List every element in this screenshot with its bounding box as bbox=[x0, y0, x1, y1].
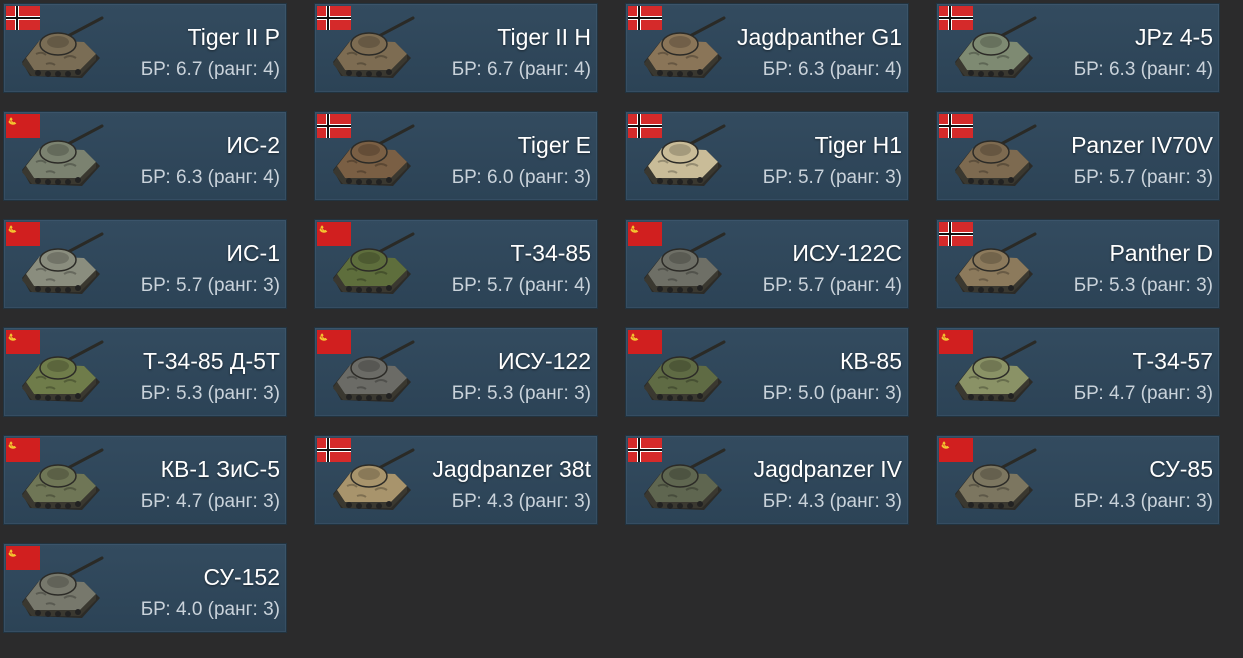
german-flag-icon bbox=[628, 114, 662, 138]
vehicle-name: Jagdpanzer IV bbox=[753, 456, 902, 482]
vehicle-name: Tiger H1 bbox=[814, 132, 902, 158]
vehicle-name: JPz 4-5 bbox=[1135, 24, 1213, 50]
vehicle-name: КВ-1 ЗиС-5 bbox=[160, 456, 280, 482]
vehicle-battle-rating: БР: 5.7 (ранг: 3) bbox=[140, 275, 280, 296]
vehicle-battle-rating: БР: 6.3 (ранг: 4) bbox=[140, 167, 280, 188]
vehicle-card-18[interactable]: Jagdpanzer 38t БР: 4.3 (ранг: 3) bbox=[314, 435, 598, 525]
ussr-flag-icon bbox=[317, 222, 351, 246]
vehicle-battle-rating: БР: 4.3 (ранг: 3) bbox=[1073, 491, 1213, 512]
ussr-flag-icon bbox=[6, 114, 40, 138]
vehicle-battle-rating: БР: 5.7 (ранг: 4) bbox=[762, 275, 902, 296]
vehicle-card-4[interactable]: JPz 4-5 БР: 6.3 (ранг: 4) bbox=[936, 3, 1220, 93]
vehicle-name: СУ-85 bbox=[1149, 456, 1213, 482]
vehicle-card-2[interactable]: Tiger II H БР: 6.7 (ранг: 4) bbox=[314, 3, 598, 93]
ussr-flag-icon bbox=[628, 330, 662, 354]
vehicle-battle-rating: БР: 6.3 (ранг: 4) bbox=[1073, 59, 1213, 80]
german-flag-icon bbox=[317, 114, 351, 138]
vehicle-card-19[interactable]: Jagdpanzer IV БР: 4.3 (ранг: 3) bbox=[625, 435, 909, 525]
vehicle-name: ИСУ-122 bbox=[497, 348, 591, 374]
vehicle-name: Jagdpanther G1 bbox=[737, 24, 902, 50]
vehicle-card-15[interactable]: КВ-85 БР: 5.0 (ранг: 3) bbox=[625, 327, 909, 417]
ussr-flag-icon bbox=[6, 438, 40, 462]
vehicle-battle-rating: БР: 5.7 (ранг: 3) bbox=[762, 167, 902, 188]
german-flag-icon bbox=[939, 114, 973, 138]
vehicle-name: Tiger II H bbox=[497, 24, 591, 50]
vehicle-battle-rating: БР: 4.0 (ранг: 3) bbox=[140, 599, 280, 620]
vehicle-card-3[interactable]: Jagdpanther G1 БР: 6.3 (ранг: 4) bbox=[625, 3, 909, 93]
vehicle-grid: Tiger II P БР: 6.7 (ранг: 4) Tiger II H … bbox=[3, 3, 1220, 633]
ussr-flag-icon bbox=[6, 330, 40, 354]
vehicle-card-13[interactable]: Т-34-85 Д-5Т БР: 5.3 (ранг: 3) bbox=[3, 327, 287, 417]
vehicle-card-1[interactable]: Tiger II P БР: 6.7 (ранг: 4) bbox=[3, 3, 287, 93]
vehicle-battle-rating: БР: 4.3 (ранг: 3) bbox=[451, 491, 591, 512]
ussr-flag-icon bbox=[317, 330, 351, 354]
german-flag-icon bbox=[939, 6, 973, 30]
vehicle-card-16[interactable]: Т-34-57 БР: 4.7 (ранг: 3) bbox=[936, 327, 1220, 417]
vehicle-name: ИСУ-122С bbox=[792, 240, 902, 266]
vehicle-battle-rating: БР: 5.3 (ранг: 3) bbox=[140, 383, 280, 404]
german-flag-icon bbox=[628, 438, 662, 462]
vehicle-name: Panzer IV70V bbox=[1071, 132, 1213, 158]
vehicle-card-21[interactable]: СУ-152 БР: 4.0 (ранг: 3) bbox=[3, 543, 287, 633]
vehicle-battle-rating: БР: 4.7 (ранг: 3) bbox=[140, 491, 280, 512]
vehicle-battle-rating: БР: 4.3 (ранг: 3) bbox=[762, 491, 902, 512]
vehicle-battle-rating: БР: 5.3 (ранг: 3) bbox=[1073, 275, 1213, 296]
ussr-flag-icon bbox=[939, 438, 973, 462]
vehicle-name: Tiger II P bbox=[187, 24, 280, 50]
vehicle-card-9[interactable]: ИС-1 БР: 5.7 (ранг: 3) bbox=[3, 219, 287, 309]
vehicle-battle-rating: БР: 4.7 (ранг: 3) bbox=[1073, 383, 1213, 404]
vehicle-name: Т-34-57 bbox=[1132, 348, 1213, 374]
vehicle-card-8[interactable]: Panzer IV70V БР: 5.7 (ранг: 3) bbox=[936, 111, 1220, 201]
vehicle-battle-rating: БР: 6.7 (ранг: 4) bbox=[451, 59, 591, 80]
german-flag-icon bbox=[6, 6, 40, 30]
vehicle-card-10[interactable]: Т-34-85 БР: 5.7 (ранг: 4) bbox=[314, 219, 598, 309]
vehicle-battle-rating: БР: 6.0 (ранг: 3) bbox=[451, 167, 591, 188]
vehicle-name: КВ-85 bbox=[840, 348, 902, 374]
vehicle-card-6[interactable]: Tiger E БР: 6.0 (ранг: 3) bbox=[314, 111, 598, 201]
vehicle-name: Tiger E bbox=[517, 132, 591, 158]
vehicle-name: Т-34-85 bbox=[510, 240, 591, 266]
vehicle-card-7[interactable]: Tiger H1 БР: 5.7 (ранг: 3) bbox=[625, 111, 909, 201]
ussr-flag-icon bbox=[6, 546, 40, 570]
vehicle-name: СУ-152 bbox=[203, 564, 281, 590]
vehicle-battle-rating: БР: 5.7 (ранг: 4) bbox=[451, 275, 591, 296]
ussr-flag-icon bbox=[6, 222, 40, 246]
german-flag-icon bbox=[317, 438, 351, 462]
vehicle-card-20[interactable]: СУ-85 БР: 4.3 (ранг: 3) bbox=[936, 435, 1220, 525]
vehicle-battle-rating: БР: 5.3 (ранг: 3) bbox=[451, 383, 591, 404]
vehicle-name: ИС-2 bbox=[226, 132, 280, 158]
ussr-flag-icon bbox=[628, 222, 662, 246]
vehicle-battle-rating: БР: 5.0 (ранг: 3) bbox=[762, 383, 902, 404]
vehicle-card-14[interactable]: ИСУ-122 БР: 5.3 (ранг: 3) bbox=[314, 327, 598, 417]
german-flag-icon bbox=[628, 6, 662, 30]
vehicle-card-17[interactable]: КВ-1 ЗиС-5 БР: 4.7 (ранг: 3) bbox=[3, 435, 287, 525]
vehicle-card-12[interactable]: Panther D БР: 5.3 (ранг: 3) bbox=[936, 219, 1220, 309]
vehicle-name: Panther D bbox=[1109, 240, 1213, 266]
german-flag-icon bbox=[939, 222, 973, 246]
vehicle-name: ИС-1 bbox=[226, 240, 280, 266]
vehicle-card-11[interactable]: ИСУ-122С БР: 5.7 (ранг: 4) bbox=[625, 219, 909, 309]
vehicle-battle-rating: БР: 6.7 (ранг: 4) bbox=[140, 59, 280, 80]
ussr-flag-icon bbox=[939, 330, 973, 354]
vehicle-card-5[interactable]: ИС-2 БР: 6.3 (ранг: 4) bbox=[3, 111, 287, 201]
vehicle-battle-rating: БР: 5.7 (ранг: 3) bbox=[1073, 167, 1213, 188]
vehicle-name: Т-34-85 Д-5Т bbox=[142, 348, 280, 374]
vehicle-battle-rating: БР: 6.3 (ранг: 4) bbox=[762, 59, 902, 80]
vehicle-name: Jagdpanzer 38t bbox=[432, 456, 591, 482]
german-flag-icon bbox=[317, 6, 351, 30]
